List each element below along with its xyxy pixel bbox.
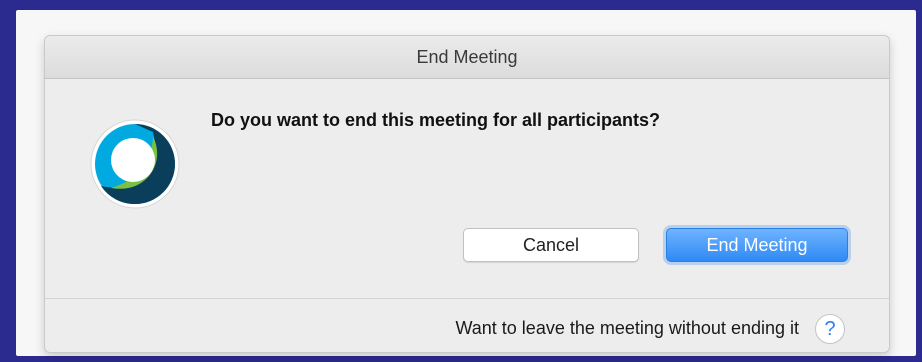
confirmation-message: Do you want to end this meeting for all … <box>211 110 661 130</box>
end-meeting-dialog: End Meeting Do you want to end this meet… <box>44 35 890 353</box>
end-meeting-button[interactable]: End Meeting <box>666 228 848 262</box>
cancel-button[interactable]: Cancel <box>463 228 639 262</box>
footer-divider <box>45 298 889 299</box>
help-icon[interactable]: ? <box>815 314 845 344</box>
leave-meeting-link[interactable]: Want to leave the meeting without ending… <box>455 318 799 339</box>
webex-logo-icon <box>90 119 180 209</box>
dialog-title: End Meeting <box>45 36 889 79</box>
